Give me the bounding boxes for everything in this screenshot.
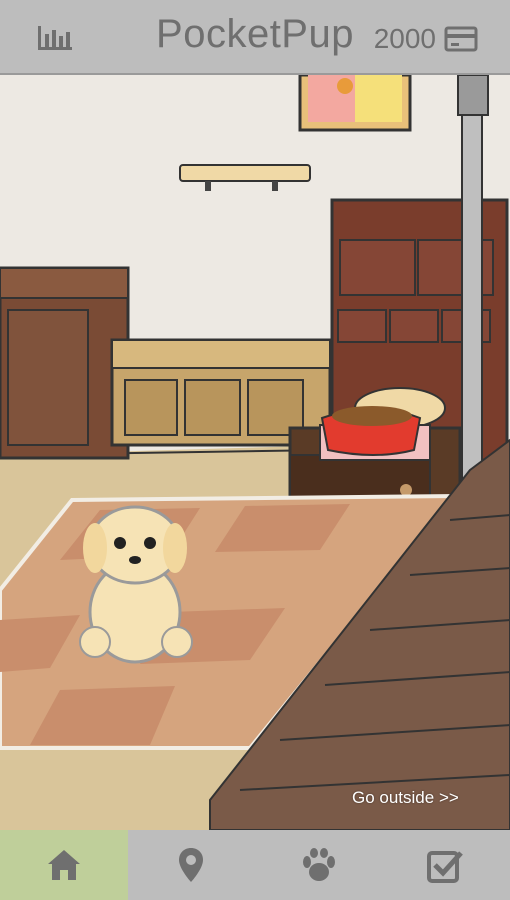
home-icon: [47, 850, 80, 880]
tab-home[interactable]: [0, 830, 128, 900]
top-bar: PocketPup 2000: [0, 0, 510, 75]
bottom-tab-bar: [0, 830, 510, 900]
tab-tasks[interactable]: [383, 830, 510, 900]
tab-map[interactable]: [128, 830, 256, 900]
pole: [461, 75, 483, 486]
paw-icon: [302, 848, 335, 881]
room-illustration: [0, 75, 510, 830]
map-pin-icon: [179, 848, 204, 882]
room-scene: Go outside >>: [0, 75, 510, 830]
credit-card-icon: [444, 26, 478, 52]
coin-count: 2000: [373, 23, 436, 54]
left-cabinet: [0, 266, 130, 460]
tab-pet[interactable]: [255, 830, 383, 900]
go-outside-link[interactable]: Go outside >>: [352, 788, 459, 808]
coin-balance[interactable]: 2000: [374, 22, 478, 56]
checkbox-icon: [427, 851, 464, 883]
wall-picture: [298, 75, 412, 132]
